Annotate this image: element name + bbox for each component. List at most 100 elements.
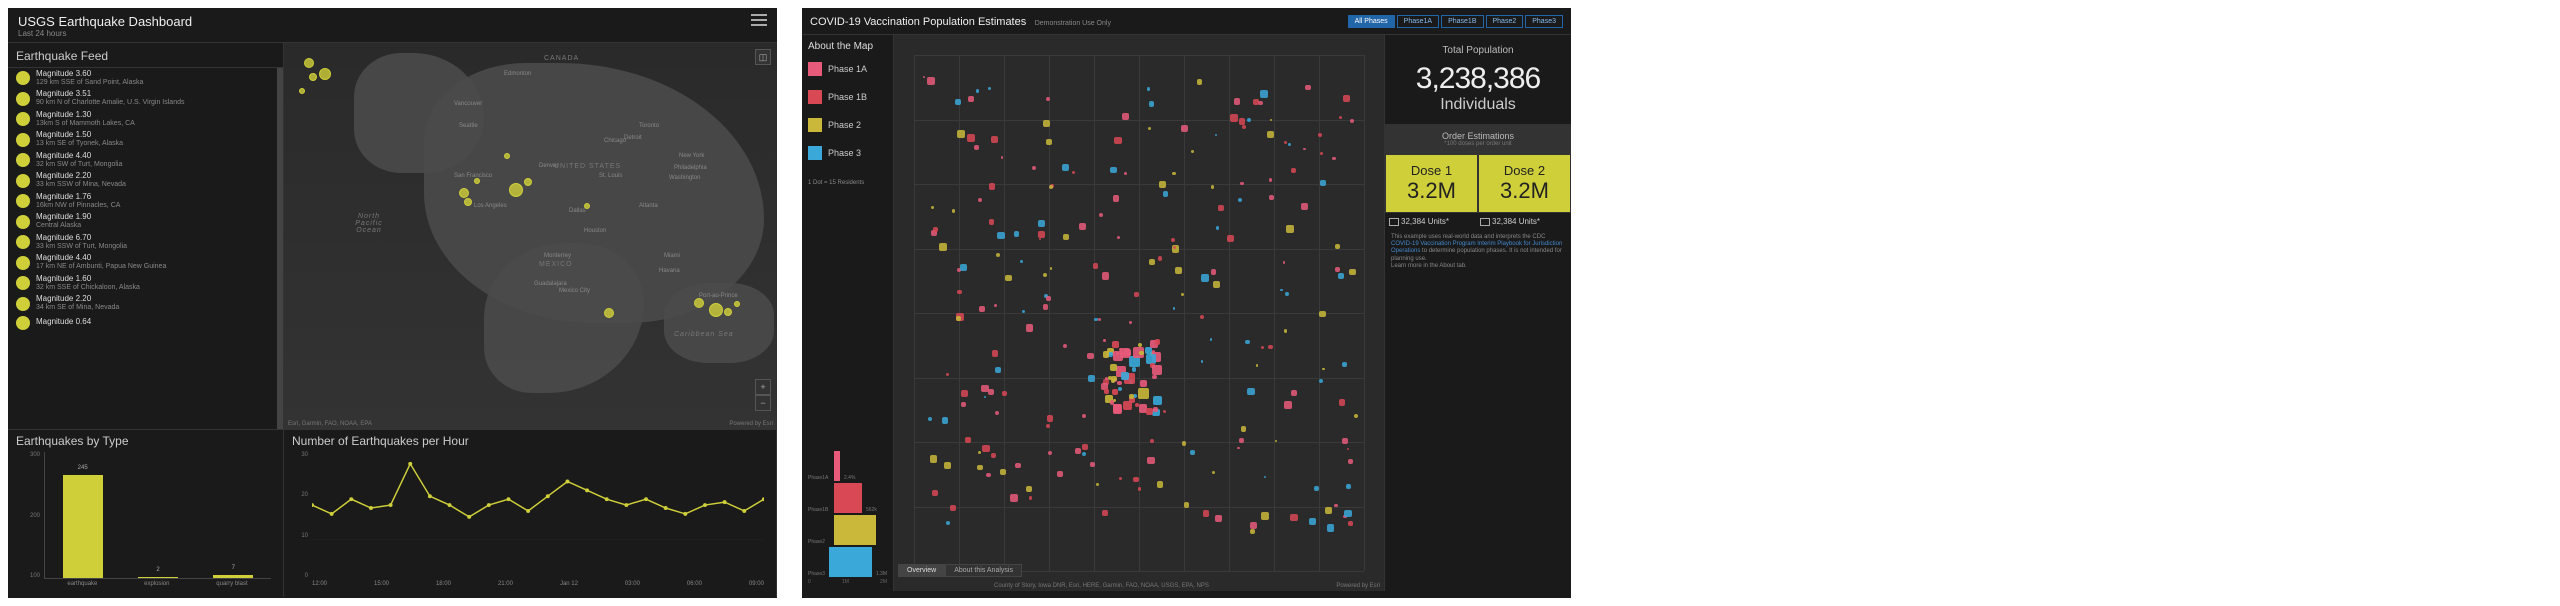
phase-tab[interactable]: Phase1A <box>1397 15 1439 28</box>
population-cluster <box>1114 137 1121 144</box>
legend-swatch <box>808 62 822 76</box>
feed-list[interactable]: Magnitude 3.60129 km SSE of Sand Point, … <box>8 68 283 429</box>
feed-item[interactable]: Magnitude 0.64 <box>8 314 283 332</box>
feed-item[interactable]: Magnitude 3.5190 km N of Charlotte Amali… <box>8 88 283 108</box>
population-cluster <box>989 183 996 190</box>
earthquake-dot[interactable] <box>459 188 469 198</box>
dose-value: 3.2M <box>1481 178 1568 204</box>
earthquake-dot[interactable] <box>524 178 532 186</box>
pop-sub: Individuals <box>1393 96 1563 114</box>
population-cluster <box>1046 424 1050 428</box>
population-cluster <box>957 130 965 138</box>
magnitude-dot-icon <box>16 215 30 229</box>
population-cluster <box>997 232 1005 240</box>
population-cluster <box>1047 415 1053 421</box>
box-icon <box>1389 218 1399 226</box>
population-cluster <box>1260 90 1268 98</box>
feed-item[interactable]: Magnitude 1.5013 km SE of Tyonek, Alaska <box>8 129 283 149</box>
population-cluster <box>1057 471 1063 477</box>
population-cluster <box>1147 457 1154 464</box>
earthquake-dot[interactable] <box>304 58 314 68</box>
phase-tab[interactable]: Phase3 <box>1525 15 1563 28</box>
population-cluster <box>1032 166 1036 170</box>
map-zoom-out-icon[interactable]: − <box>755 395 771 411</box>
bar[interactable]: 2 <box>138 577 178 578</box>
map-panel[interactable]: Overview About this Analysis County of S… <box>894 35 1385 591</box>
type-bar-chart[interactable]: 300200100 24527 earthquakeexplosionquarr… <box>16 452 275 593</box>
map-city-label: New York <box>679 153 704 159</box>
phase-tab[interactable]: Phase2 <box>1486 15 1524 28</box>
line-x-tick: 15:00 <box>374 581 389 593</box>
earthquake-dot[interactable] <box>504 153 510 159</box>
population-cluster <box>1284 401 1292 409</box>
feed-item[interactable]: Magnitude 1.90Central Alaska <box>8 211 283 231</box>
map-panel[interactable]: CANADA UNITED STATES MEXICO North Pacifi… <box>284 43 777 429</box>
bar[interactable]: 245 <box>63 475 103 578</box>
line-x-tick: 09:00 <box>749 581 764 593</box>
bar[interactable]: 7 <box>213 575 253 578</box>
earthquake-dot[interactable] <box>509 183 523 197</box>
population-cluster <box>1159 181 1166 188</box>
feed-item[interactable]: Magnitude 2.2033 km SSW of Mina, Nevada <box>8 170 283 190</box>
population-cluster <box>1063 234 1068 239</box>
earthquake-dot[interactable] <box>299 88 305 94</box>
tab-about-analysis[interactable]: About this Analysis <box>945 564 1022 577</box>
population-cluster <box>979 306 986 313</box>
population-cluster <box>1280 289 1282 291</box>
feed-item[interactable]: Magnitude 6.7033 km SSW of Turt, Mongoli… <box>8 232 283 252</box>
earthquake-dot[interactable] <box>604 308 614 318</box>
population-cluster <box>1000 469 1006 475</box>
population-cluster <box>974 145 979 150</box>
magnitude-dot-icon <box>16 276 30 290</box>
total-population-block: Total Population 3,238,386 Individuals <box>1385 35 1571 125</box>
feed-item[interactable]: Magnitude 3.60129 km SSE of Sand Point, … <box>8 68 283 88</box>
disclaimer: This example uses real-world data and in… <box>1385 230 1571 274</box>
map-label-ocean: North Pacific Ocean <box>344 213 394 234</box>
map-city-label: Denver <box>539 163 558 169</box>
magnitude-dot-icon <box>16 235 30 249</box>
feed-item[interactable]: Magnitude 4.4032 km SW of Turt, Mongolia <box>8 150 283 170</box>
population-cluster <box>1038 231 1045 238</box>
earthquake-dot[interactable] <box>724 308 732 316</box>
earthquake-dot[interactable] <box>584 203 590 209</box>
units-1: 32,384 Units* <box>1389 217 1476 226</box>
map-bookmark-icon[interactable]: ◫ <box>755 49 771 65</box>
earthquake-dot[interactable] <box>319 68 331 80</box>
map-label-us: UNITED STATES <box>554 163 621 170</box>
map-zoom-in-icon[interactable]: + <box>755 379 771 395</box>
feed-item[interactable]: Magnitude 1.7616km NW of Pinnacles, CA <box>8 191 283 211</box>
population-cluster <box>1291 390 1297 396</box>
population-cluster <box>1242 125 1247 130</box>
phase-tab[interactable]: All Phases <box>1348 15 1395 28</box>
earthquake-dot[interactable] <box>694 298 704 308</box>
charts-row: Earthquakes by Type 300200100 24527 eart… <box>8 429 777 597</box>
earthquake-dot[interactable] <box>474 178 480 184</box>
phase-tab[interactable]: Phase1B <box>1441 15 1483 28</box>
dose-value: 3.2M <box>1388 178 1475 204</box>
feed-item[interactable]: Magnitude 1.6032 km SSE of Chickaloon, A… <box>8 273 283 293</box>
feed-item[interactable]: Magnitude 4.4017 km NE of Ambunti, Papua… <box>8 252 283 272</box>
hour-line-chart[interactable]: 3020100 12:0015:0018:0021:00Jan 1203:000… <box>292 452 768 593</box>
population-cluster <box>1285 292 1289 296</box>
header: COVID-19 Vaccination Population Estimate… <box>802 8 1571 35</box>
population-cluster <box>1335 244 1339 248</box>
population-cluster <box>1234 98 1241 105</box>
population-cluster <box>1268 345 1273 350</box>
tab-overview[interactable]: Overview <box>898 564 945 577</box>
population-cluster <box>1350 119 1354 123</box>
population-cluster <box>1238 198 1242 202</box>
population-cluster <box>927 77 935 85</box>
earthquake-dot[interactable] <box>709 303 723 317</box>
map-city-label: Los Angeles <box>474 203 507 209</box>
earthquake-dot[interactable] <box>734 301 740 307</box>
legend-label: Phase 1A <box>828 64 867 74</box>
feed-item[interactable]: Magnitude 1.3013km S of Mammoth Lakes, C… <box>8 109 283 129</box>
feed-item[interactable]: Magnitude 2.2034 km SE of Mina, Nevada <box>8 293 283 313</box>
earthquake-dot[interactable] <box>309 73 317 81</box>
legend-label: Phase 3 <box>828 148 861 158</box>
feed-magnitude: Magnitude 6.70 <box>36 234 127 243</box>
earthquake-dot[interactable] <box>464 198 472 206</box>
population-cluster <box>1239 438 1244 443</box>
population-cluster <box>1290 514 1298 522</box>
hamburger-icon[interactable] <box>751 14 767 26</box>
